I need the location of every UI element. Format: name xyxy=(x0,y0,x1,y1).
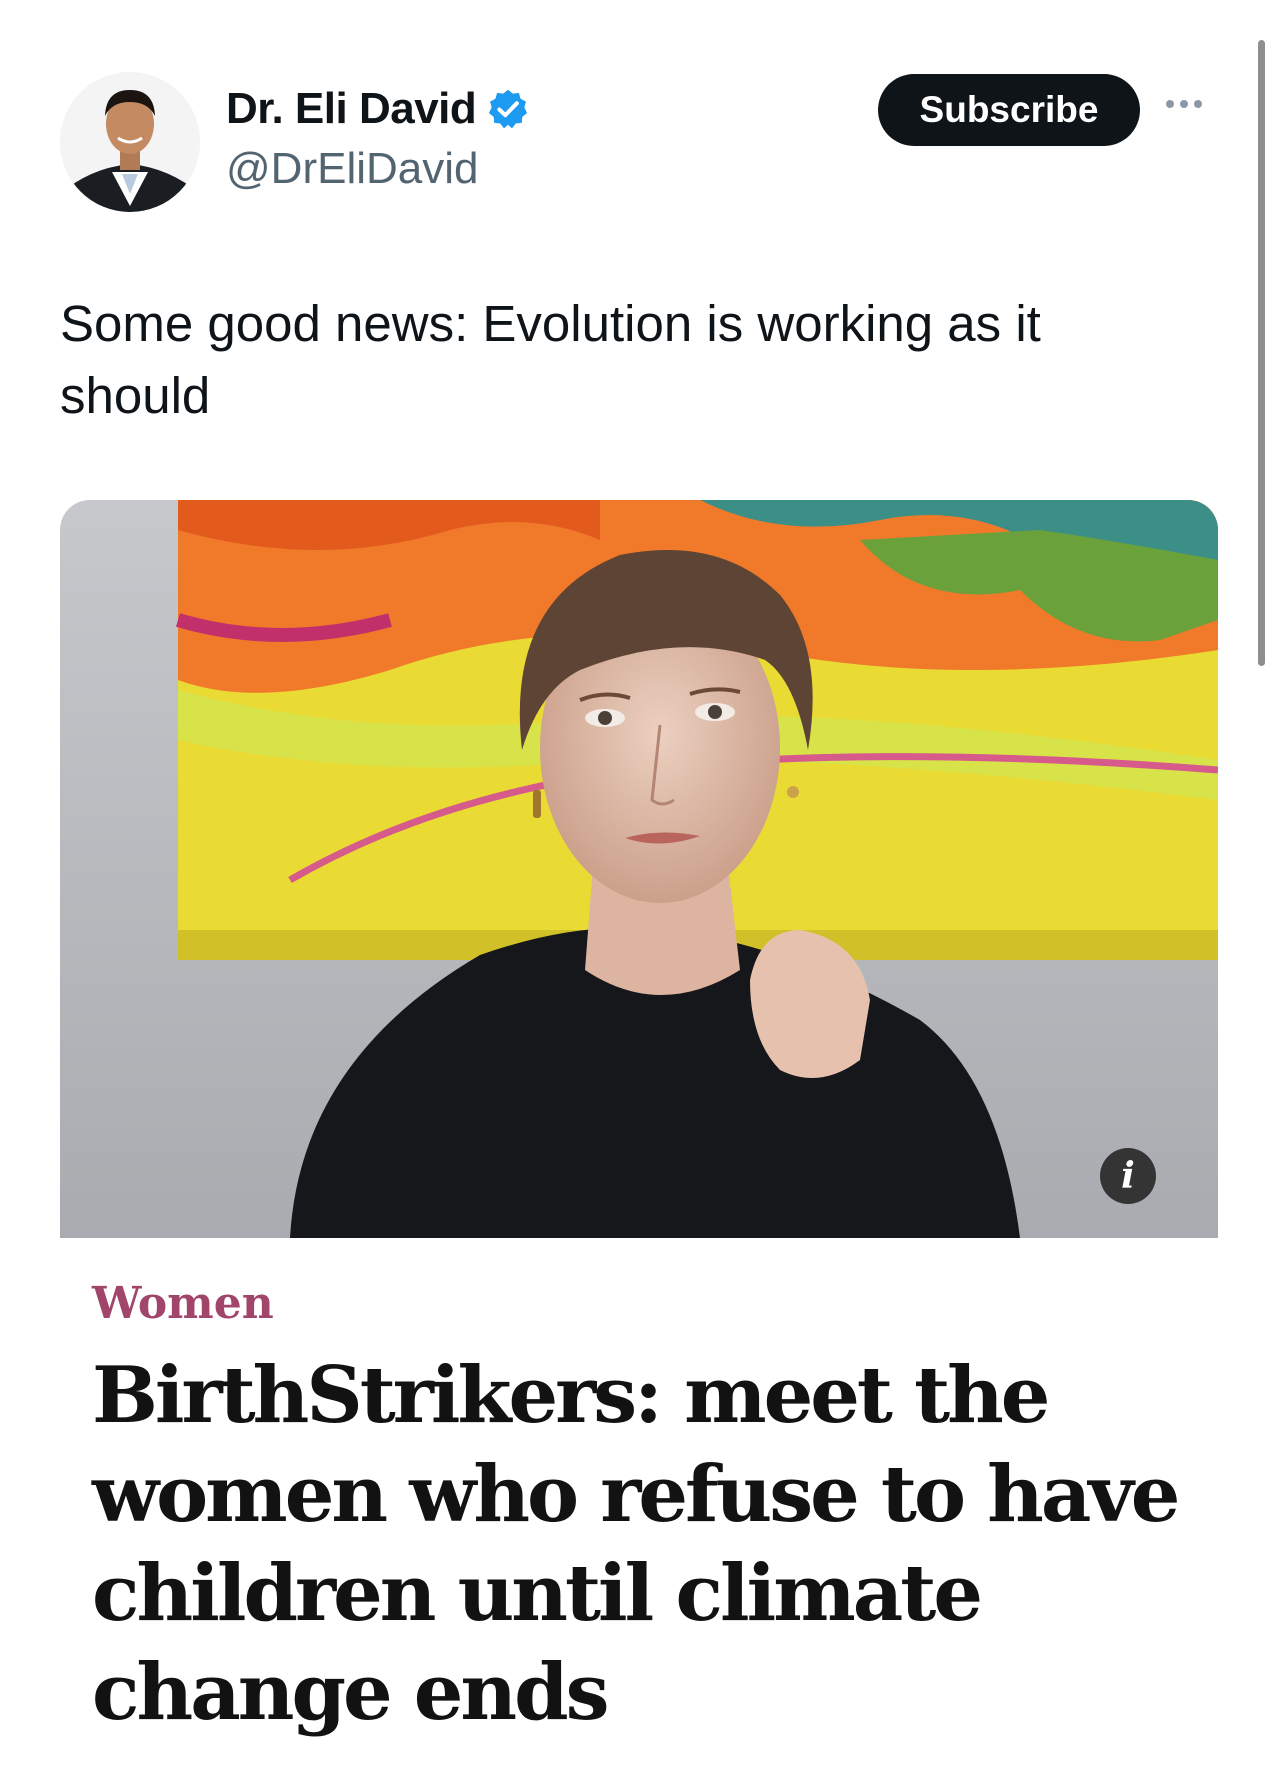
avatar-photo xyxy=(60,72,200,212)
author-handle[interactable]: @DrEliDavid xyxy=(226,144,478,194)
author-avatar[interactable] xyxy=(60,72,200,212)
more-dot xyxy=(1166,100,1174,108)
verified-badge-icon xyxy=(489,89,528,129)
tweet-text: Some good news: Evolution is working as … xyxy=(60,295,1041,424)
author-name-row[interactable]: Dr. Eli David xyxy=(226,84,530,134)
article-card: Women BirthStrikers: meet the women who … xyxy=(60,1238,1218,1788)
more-dot xyxy=(1180,100,1188,108)
article-photo xyxy=(60,500,1218,1238)
article-section: Women xyxy=(92,1278,274,1329)
tweet-media[interactable]: i Women BirthStrikers: meet the women wh… xyxy=(60,500,1218,1788)
article-headline: BirthStrikers: meet the women who refuse… xyxy=(92,1350,1180,1738)
author-display-name[interactable]: Dr. Eli David xyxy=(226,84,477,134)
more-dots-icon[interactable] xyxy=(1166,100,1202,108)
scrollbar[interactable] xyxy=(1258,40,1265,666)
more-dot xyxy=(1194,100,1202,108)
info-icon[interactable]: i xyxy=(1100,1148,1156,1204)
subscribe-button[interactable]: Subscribe xyxy=(878,74,1140,146)
